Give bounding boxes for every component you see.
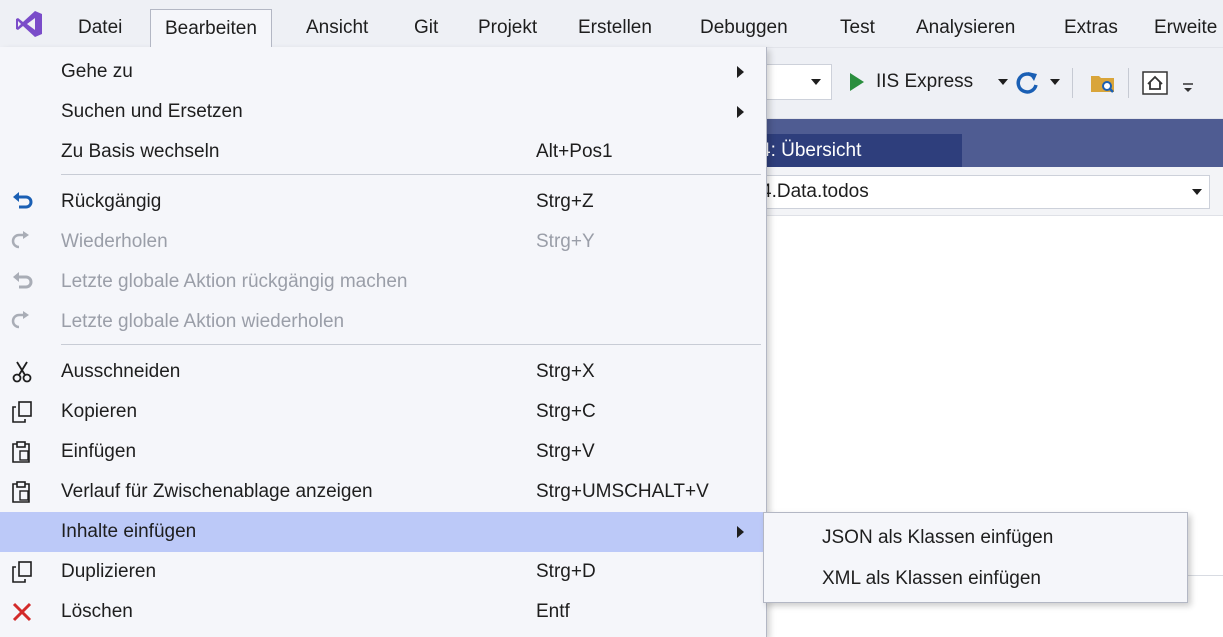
toolbar-separator <box>1072 68 1073 98</box>
menu-item-label: Gehe zu <box>61 61 133 82</box>
menu-erweiterungen[interactable]: Erweite <box>1140 9 1223 47</box>
menu-item-label: Rückgängig <box>61 191 162 212</box>
run-target-label[interactable]: IIS Express <box>876 70 973 94</box>
menu-item-shortcut: Strg+Y <box>536 231 595 252</box>
paste-special-submenu: JSON als Klassen einfügen XML als Klasse… <box>763 512 1188 603</box>
menu-item-shortcut: Entf <box>536 601 570 622</box>
menu-git[interactable]: Git <box>400 9 452 47</box>
chevron-down-icon <box>811 79 821 85</box>
menu-item-ausschneiden[interactable]: Ausschneiden Strg+X <box>0 352 766 392</box>
menu-item-shortcut: Strg+Z <box>536 191 594 212</box>
submenu-item-json-als-klassen[interactable]: JSON als Klassen einfügen <box>764 518 1187 558</box>
home-icon[interactable] <box>1140 68 1170 98</box>
folder-search-icon[interactable] <box>1088 68 1118 98</box>
menu-item-kopieren[interactable]: Kopieren Strg+C <box>0 392 766 432</box>
duplicate-icon <box>12 561 32 583</box>
menu-item-shortcut: Alt+Pos1 <box>536 141 613 162</box>
type-navigation-combo[interactable]: 4.Data.todos <box>740 175 1210 209</box>
scissors-icon <box>12 361 32 383</box>
configuration-combo[interactable] <box>760 64 832 100</box>
menu-projekt[interactable]: Projekt <box>464 9 551 47</box>
menu-extras[interactable]: Extras <box>1050 9 1132 47</box>
undo-icon <box>13 192 33 209</box>
global-undo-icon <box>13 272 33 289</box>
edit-menu-dropdown: Gehe zu Suchen und Ersetzen Zu Basis wec… <box>0 47 767 637</box>
redo-icon <box>11 231 29 249</box>
submenu-item-xml-als-klassen[interactable]: XML als Klassen einfügen <box>764 559 1187 599</box>
menu-debuggen[interactable]: Debuggen <box>686 9 802 47</box>
menu-ansicht[interactable]: Ansicht <box>292 9 382 47</box>
chevron-down-icon[interactable] <box>998 79 1008 85</box>
menu-item-zwischenablage-verlauf[interactable]: Verlauf für Zwischenablage anzeigen Strg… <box>0 472 766 512</box>
menu-item-label: Löschen <box>61 601 133 622</box>
menu-erstellen[interactable]: Erstellen <box>564 9 666 47</box>
visual-studio-logo-icon[interactable] <box>14 9 44 39</box>
menu-bar: Datei Bearbeiten Ansicht Git Projekt Ers… <box>0 0 1223 48</box>
menu-analysieren[interactable]: Analysieren <box>902 9 1029 47</box>
chevron-right-icon <box>737 66 744 78</box>
menu-item-label: Ausschneiden <box>61 361 181 382</box>
menu-item-suchen-und-ersetzen[interactable]: Suchen und Ersetzen <box>0 92 766 132</box>
overflow-icon[interactable] <box>1180 76 1196 96</box>
document-tab[interactable]: 4: Übersicht <box>740 134 962 167</box>
menu-item-label: Duplizieren <box>61 561 157 582</box>
menu-item-shortcut: Strg+X <box>536 361 595 382</box>
menu-item-zu-basis-wechseln[interactable]: Zu Basis wechseln Alt+Pos1 <box>0 132 766 172</box>
menu-item-shortcut: Strg+UMSCHALT+V <box>536 481 709 502</box>
menu-item-einfuegen[interactable]: Einfügen Strg+V <box>0 432 766 472</box>
menu-item-shortcut: Strg+V <box>536 441 595 462</box>
chevron-right-icon <box>737 526 744 538</box>
menu-item-inhalte-einfuegen[interactable]: Inhalte einfügen <box>0 512 766 552</box>
menu-item-shortcut: Strg+C <box>536 401 596 422</box>
menu-item-globale-aktion-wiederholen[interactable]: Letzte globale Aktion wiederholen <box>0 302 766 342</box>
menu-item-label: Wiederholen <box>61 231 168 252</box>
menu-item-wiederholen[interactable]: Wiederholen Strg+Y <box>0 222 766 262</box>
chevron-down-icon[interactable] <box>1192 189 1202 195</box>
menu-item-loeschen[interactable]: Löschen Entf <box>0 592 766 632</box>
menu-item-label: Letzte globale Aktion rückgängig machen <box>61 271 408 292</box>
menu-item-label: Inhalte einfügen <box>61 521 197 542</box>
menu-separator <box>61 344 761 345</box>
menu-item-label: Suchen und Ersetzen <box>61 101 243 122</box>
global-redo-icon <box>11 311 29 329</box>
menu-item-label: Zu Basis wechseln <box>61 141 220 162</box>
menu-datei[interactable]: Datei <box>64 9 136 47</box>
menu-item-label: Einfügen <box>61 441 137 462</box>
menu-item-globale-aktion-rueckgaengig[interactable]: Letzte globale Aktion rückgängig machen <box>0 262 766 302</box>
menu-item-label: Kopieren <box>61 401 138 422</box>
paste-icon <box>12 441 30 463</box>
editor-guide-line <box>1188 575 1223 576</box>
menu-item-label: Letzte globale Aktion wiederholen <box>61 311 345 332</box>
menu-bearbeiten[interactable]: Bearbeiten <box>150 9 272 47</box>
chevron-down-icon[interactable] <box>1050 79 1060 85</box>
menu-item-label: Verlauf für Zwischenablage anzeigen <box>61 481 373 502</box>
play-icon[interactable] <box>850 73 864 91</box>
menu-item-gehe-zu[interactable]: Gehe zu <box>0 52 766 92</box>
copy-icon <box>12 401 32 423</box>
menu-item-label: XML als Klassen einfügen <box>822 568 1041 589</box>
menu-item-rueckgaengig[interactable]: Rückgängig Strg+Z <box>0 182 766 222</box>
menu-item-label: JSON als Klassen einfügen <box>822 527 1054 548</box>
refresh-icon[interactable] <box>1012 68 1042 98</box>
menu-test[interactable]: Test <box>826 9 889 47</box>
menu-item-duplizieren[interactable]: Duplizieren Strg+D <box>0 552 766 592</box>
menu-item-shortcut: Strg+D <box>536 561 596 582</box>
menu-separator <box>61 174 761 175</box>
chevron-right-icon <box>737 106 744 118</box>
toolbar-separator <box>1128 68 1129 98</box>
delete-icon <box>12 602 32 622</box>
clipboard-history-icon <box>12 481 30 503</box>
